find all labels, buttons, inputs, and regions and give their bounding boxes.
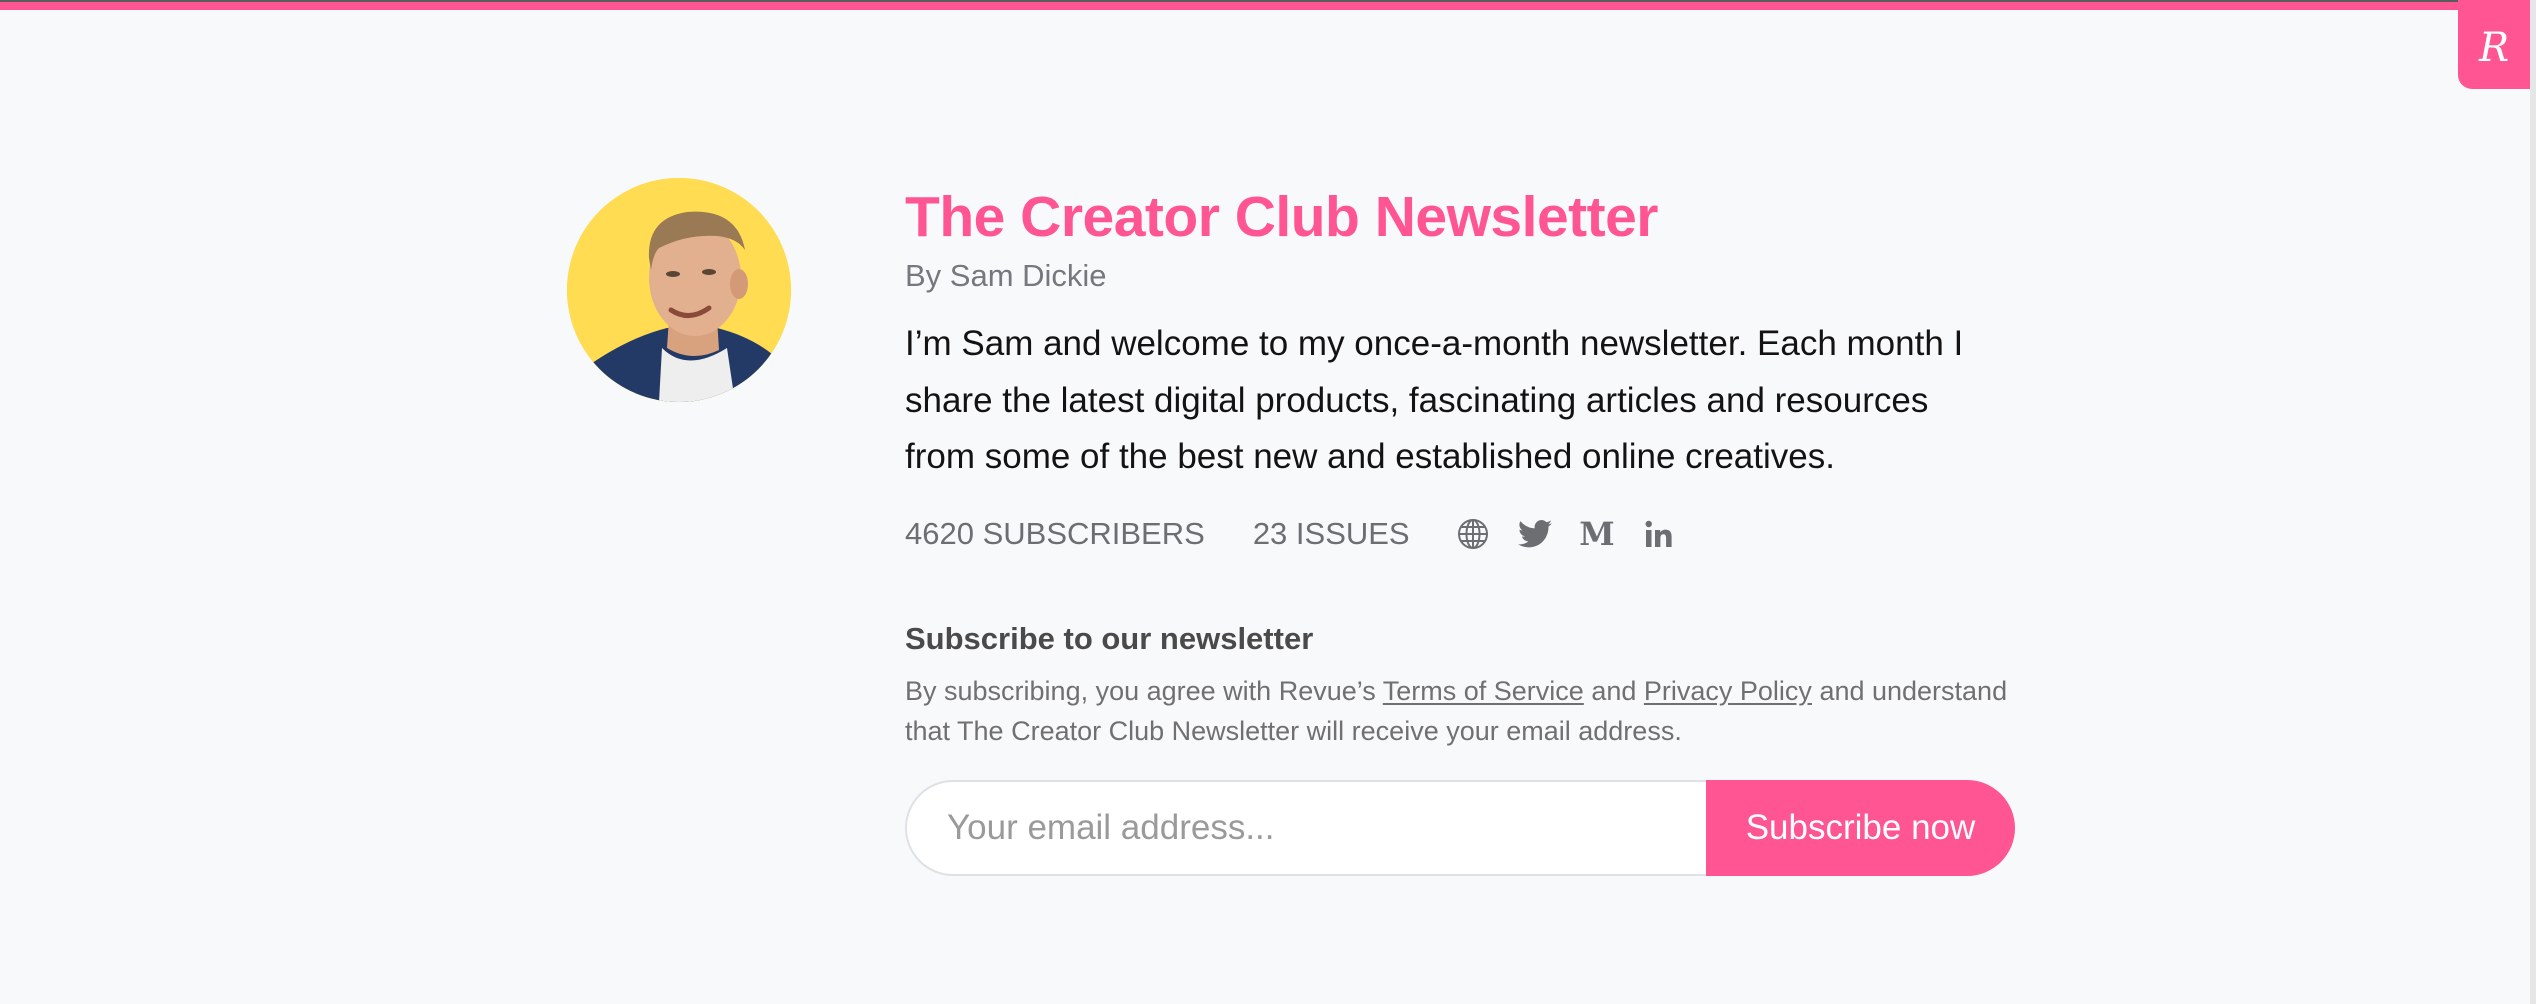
website-link[interactable] xyxy=(1456,517,1490,551)
revue-logo-button[interactable]: R xyxy=(2458,0,2530,89)
svg-text:M: M xyxy=(1580,519,1614,549)
medium-icon: M xyxy=(1580,519,1614,549)
globe-icon xyxy=(1457,518,1488,549)
subscribe-terms: By subscribing, you agree with Revue’s T… xyxy=(905,671,2035,751)
subscribe-heading: Subscribe to our newsletter xyxy=(905,620,1314,656)
terms-of-service-link[interactable]: Terms of Service xyxy=(1383,676,1584,706)
terms-prefix: By subscribing, you agree with Revue’s xyxy=(905,675,1383,706)
avatar xyxy=(567,178,791,402)
terms-and: and xyxy=(1583,675,1644,706)
twitter-icon xyxy=(1517,519,1552,547)
linkedin-icon xyxy=(1645,520,1672,547)
author-byline: By Sam Dickie xyxy=(905,258,1107,293)
stats-row: 4620 SUBSCRIBERS 23 ISSUES M xyxy=(905,512,2015,556)
accent-top-bar xyxy=(0,2,2530,10)
newsletter-description: I’m Sam and welcome to my once-a-month n… xyxy=(905,324,1964,476)
newsletter-title: The Creator Club Newsletter xyxy=(905,185,1659,249)
subscribe-form: Subscribe now xyxy=(905,779,2015,876)
issue-count: 23 ISSUES xyxy=(1252,515,1410,551)
revue-logo-icon: R xyxy=(2478,24,2510,71)
subscribe-button[interactable]: Subscribe now xyxy=(1706,779,2015,876)
scrollbar[interactable] xyxy=(2530,0,2536,1004)
social-links: M xyxy=(1456,517,1676,551)
email-input[interactable] xyxy=(905,779,1706,876)
subscriber-count: 4620 SUBSCRIBERS xyxy=(905,515,1205,551)
avatar-photo xyxy=(567,178,791,402)
newsletter-profile: The Creator Club Newsletter By Sam Dicki… xyxy=(905,182,2015,876)
linkedin-link[interactable] xyxy=(1642,517,1676,551)
medium-link[interactable]: M xyxy=(1580,517,1614,551)
twitter-link[interactable] xyxy=(1517,517,1552,551)
privacy-policy-link[interactable]: Privacy Policy xyxy=(1644,676,1812,706)
